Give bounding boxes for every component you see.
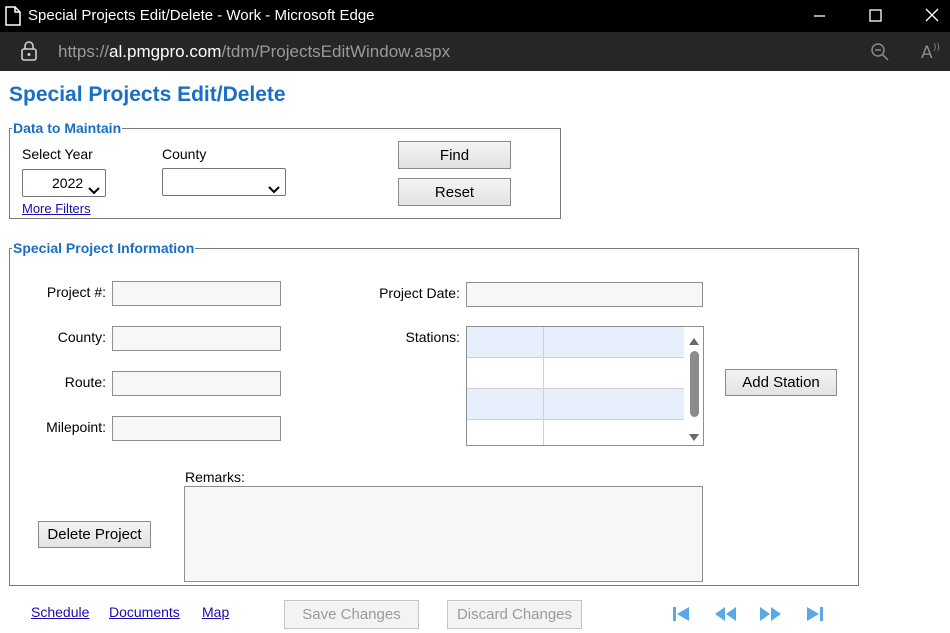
project-number-field[interactable] bbox=[112, 281, 281, 306]
url-path: /tdm/ProjectsEditWindow.aspx bbox=[221, 42, 451, 61]
lock-icon[interactable] bbox=[20, 41, 38, 64]
svg-text:A: A bbox=[921, 43, 933, 63]
delete-project-button[interactable]: Delete Project bbox=[38, 521, 151, 548]
project-date-field[interactable] bbox=[466, 282, 703, 307]
schedule-link[interactable]: Schedule bbox=[31, 604, 89, 620]
next-record-icon[interactable] bbox=[758, 605, 782, 626]
window-titlebar: Special Projects Edit/Delete - Work - Mi… bbox=[0, 0, 950, 32]
data-to-maintain-legend: Data to Maintain bbox=[13, 120, 122, 136]
county-select[interactable] bbox=[162, 168, 286, 196]
more-filters-link[interactable]: More Filters bbox=[22, 201, 91, 216]
zoom-out-icon[interactable] bbox=[870, 42, 890, 65]
window-title: Special Projects Edit/Delete - Work - Mi… bbox=[28, 7, 375, 24]
first-record-icon[interactable] bbox=[672, 605, 690, 626]
project-info-legend: Special Project Information bbox=[13, 240, 195, 256]
table-row[interactable] bbox=[467, 358, 685, 389]
table-row[interactable] bbox=[467, 327, 685, 358]
scroll-down-icon[interactable] bbox=[688, 430, 700, 445]
year-select[interactable]: 2022 bbox=[22, 169, 106, 197]
find-button[interactable]: Find bbox=[398, 141, 511, 169]
svg-text:)): )) bbox=[933, 43, 940, 53]
map-link[interactable]: Map bbox=[202, 604, 229, 620]
previous-record-icon[interactable] bbox=[714, 605, 738, 626]
route-label: Route: bbox=[64, 374, 106, 390]
documents-link[interactable]: Documents bbox=[109, 604, 180, 620]
stations-label: Stations: bbox=[405, 329, 460, 345]
page-icon bbox=[5, 6, 21, 29]
table-row[interactable] bbox=[467, 420, 685, 445]
add-station-button[interactable]: Add Station bbox=[725, 369, 837, 396]
table-row[interactable] bbox=[467, 389, 685, 420]
address-bar: https://al.pmgpro.com/tdm/ProjectsEditWi… bbox=[0, 32, 950, 71]
select-year-label: Select Year bbox=[22, 146, 93, 162]
maximize-icon[interactable] bbox=[864, 5, 886, 27]
county-field[interactable] bbox=[112, 326, 281, 351]
remarks-textarea[interactable] bbox=[184, 486, 703, 582]
scroll-up-icon[interactable] bbox=[688, 333, 700, 349]
project-date-label: Project Date: bbox=[379, 285, 460, 301]
table-cell[interactable] bbox=[467, 327, 544, 357]
close-icon[interactable] bbox=[921, 5, 943, 27]
stations-grid[interactable] bbox=[466, 326, 704, 446]
url-prefix: https:// bbox=[58, 42, 110, 61]
url-field[interactable]: https://al.pmgpro.com/tdm/ProjectsEditWi… bbox=[58, 42, 450, 62]
milepoint-label: Milepoint: bbox=[46, 419, 106, 435]
last-record-icon[interactable] bbox=[806, 605, 824, 626]
table-cell[interactable] bbox=[467, 389, 544, 419]
table-cell[interactable] bbox=[467, 358, 544, 388]
url-host: al.pmgpro.com bbox=[109, 42, 222, 61]
table-cell[interactable] bbox=[467, 420, 544, 445]
county-filter-label: County bbox=[162, 146, 207, 162]
scrollbar-thumb[interactable] bbox=[690, 351, 699, 417]
county-label: County: bbox=[57, 329, 106, 345]
project-number-label: Project #: bbox=[46, 284, 106, 300]
chevron-down-icon bbox=[268, 177, 280, 203]
remarks-label: Remarks: bbox=[185, 469, 245, 485]
milepoint-field[interactable] bbox=[112, 416, 281, 441]
page-title: Special Projects Edit/Delete bbox=[9, 83, 286, 106]
reset-button[interactable]: Reset bbox=[398, 178, 511, 206]
stations-scrollbar[interactable] bbox=[684, 327, 703, 445]
route-field[interactable] bbox=[112, 371, 281, 396]
save-changes-button[interactable]: Save Changes bbox=[284, 600, 419, 629]
minimize-icon[interactable] bbox=[808, 5, 830, 27]
discard-changes-button[interactable]: Discard Changes bbox=[447, 600, 582, 629]
year-select-value: 2022 bbox=[52, 175, 84, 191]
read-aloud-icon[interactable]: A)) bbox=[920, 41, 942, 66]
